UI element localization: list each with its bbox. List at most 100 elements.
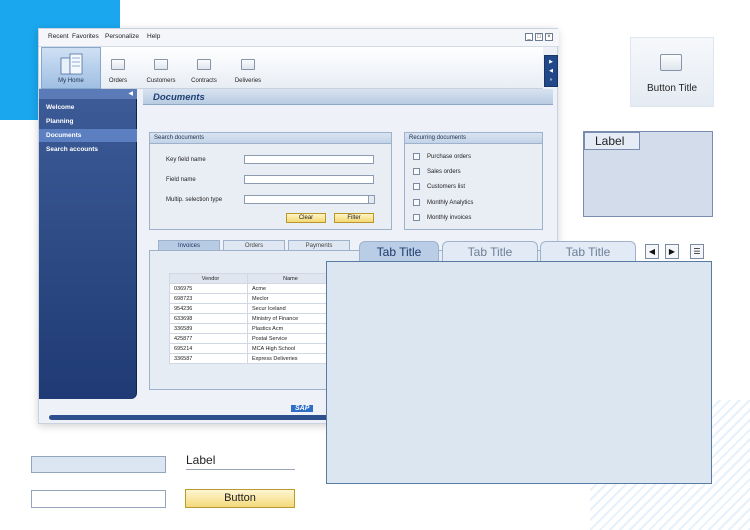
folder-icon — [197, 59, 211, 70]
maximize-icon[interactable]: □ — [535, 33, 543, 41]
filter-button[interactable]: Filter — [334, 213, 374, 223]
search-panel-title: Search documents — [150, 133, 391, 144]
sidebar-item-welcome[interactable]: Welcome — [39, 101, 137, 114]
overlay-content — [326, 261, 712, 484]
key-field-label: Key field name — [166, 157, 206, 163]
document-icon — [413, 214, 420, 221]
multi-selection-input[interactable] — [244, 195, 374, 204]
my-home-button[interactable]: My Home — [41, 47, 101, 89]
recurring-item-label: Monthly invoices — [427, 215, 472, 222]
folder-icon — [154, 59, 168, 70]
table-row[interactable]: 633698 Ministry of Finance — [169, 313, 330, 324]
field-label: Label — [186, 452, 295, 470]
key-field-input[interactable] — [244, 155, 374, 164]
side-panel-handle[interactable]: ▶ ◀ » — [544, 55, 558, 87]
overlay-tab-3[interactable]: Tab Title — [540, 241, 636, 262]
tab-scroll-left-button[interactable]: ◀ — [645, 244, 659, 259]
tab-invoices[interactable]: Invoices — [158, 240, 220, 250]
field-name-label: Field name — [166, 177, 196, 183]
disabled-input-field[interactable] — [31, 456, 166, 473]
input-field[interactable] — [31, 490, 166, 508]
table-row[interactable]: 036975 Acme — [169, 283, 330, 294]
collapse-icon[interactable]: ◀ — [128, 90, 133, 97]
recurring-panel: Recurring documents Purchase orders Sale… — [404, 132, 543, 230]
vendor-cell: 425877 — [169, 333, 248, 344]
sidebar-item-search-accounts[interactable]: Search accounts — [39, 143, 137, 156]
folder-icon — [660, 54, 682, 71]
building-icon — [60, 53, 83, 75]
recurring-item[interactable]: Customers list — [413, 183, 465, 190]
overlay-tab-1[interactable]: Tab Title — [359, 241, 439, 262]
menu-personalize[interactable]: Personalize — [105, 33, 139, 40]
footer-bar — [49, 415, 329, 420]
column-header-name[interactable]: Name — [247, 273, 330, 284]
page-title: Documents — [153, 92, 205, 103]
group-box: Label — [583, 131, 713, 217]
tab-scroll-right-button[interactable]: ▶ — [665, 244, 679, 259]
chevron-left-icon[interactable]: ◀ — [545, 68, 557, 74]
menu-recent[interactable]: Recent — [48, 33, 69, 40]
recurring-item[interactable]: Purchase orders — [413, 153, 471, 160]
tab-window-overlay: Tab Title Tab Title Tab Title — [326, 241, 712, 484]
table-row[interactable]: 425877 Postal Service — [169, 333, 330, 344]
name-cell: Express Deliveries — [247, 353, 330, 364]
document-icon — [413, 183, 420, 190]
overlay-tab-2[interactable]: Tab Title — [442, 241, 538, 262]
recurring-panel-title: Recurring documents — [405, 133, 542, 144]
vendor-cell: 954236 — [169, 303, 248, 314]
my-home-label: My Home — [58, 78, 84, 84]
sidebar-item-planning[interactable]: Planning — [39, 115, 137, 128]
table-row[interactable]: 954236 Secur Iceland — [169, 303, 330, 314]
value-help-icon[interactable] — [368, 195, 375, 204]
sidebar-item-documents[interactable]: Documents — [39, 129, 137, 142]
list-icon: ☰ — [693, 247, 701, 256]
table-row[interactable]: 698723 Meclor — [169, 293, 330, 304]
vendor-cell: 336589 — [169, 323, 248, 334]
recurring-item-label: Sales orders — [427, 169, 461, 176]
sap-logo: SAP — [291, 405, 314, 412]
table-row[interactable]: 336587 Express Deliveries — [169, 353, 330, 364]
toolbar-contracts-label: Contracts — [191, 78, 217, 84]
chevron-right-icon[interactable]: ▶ — [545, 59, 557, 65]
recurring-item[interactable]: Monthly Analytics — [413, 199, 473, 206]
group-box-label: Label — [584, 132, 640, 150]
button-title-label: Button Title — [646, 83, 698, 94]
name-cell: Meclor — [247, 293, 330, 304]
chevron-left-icon: ◀ — [648, 247, 656, 256]
recurring-item-label: Monthly Analytics — [427, 200, 474, 207]
close-icon[interactable]: × — [545, 33, 553, 41]
name-cell: Plastics Acm — [247, 323, 330, 334]
document-icon — [413, 153, 420, 160]
tab-orders[interactable]: Orders — [223, 240, 285, 250]
invoice-table: Vendor Name 036975 Acme 698723 Meclor 95423… — [169, 273, 330, 364]
folder-icon — [111, 59, 125, 70]
vendor-cell: 698723 — [169, 293, 248, 304]
menu-help[interactable]: Help — [147, 33, 160, 40]
clear-button[interactable]: Clear — [286, 213, 326, 223]
chevron-right-icon: ▶ — [668, 247, 676, 256]
menu-bar: Recent Favorites Personalize Help _ □ × — [39, 29, 559, 47]
multi-selection-label: Multip. selection type — [166, 197, 223, 203]
table-row[interactable]: 695214 MCA High School — [169, 343, 330, 354]
table-row[interactable]: 336589 Plastics Acm — [169, 323, 330, 334]
field-name-input[interactable] — [244, 175, 374, 184]
recurring-item[interactable]: Sales orders — [413, 168, 461, 175]
column-header-vendor[interactable]: Vendor — [169, 273, 248, 284]
double-chevron-icon[interactable]: » — [545, 77, 557, 83]
tab-list-button[interactable]: ☰ — [690, 244, 704, 259]
name-cell: Acme — [247, 283, 330, 294]
search-panel: Search documents Key field name Field na… — [149, 132, 392, 230]
sidebar: ◀ Welcome Planning Documents Search acco… — [39, 89, 137, 399]
toolbar-deliveries-label: Deliveries — [234, 78, 262, 84]
name-cell: Postal Service — [247, 333, 330, 344]
primary-button[interactable]: Button — [185, 489, 295, 508]
toolbar-deliveries[interactable]: Deliveries — [223, 49, 273, 87]
menu-favorites[interactable]: Favorites — [72, 33, 99, 40]
button-title-card[interactable]: Button Title — [630, 37, 714, 107]
recurring-item[interactable]: Monthly invoices — [413, 214, 471, 221]
toolbar-contracts[interactable]: Contracts — [179, 49, 229, 87]
recurring-item-label: Customers list — [427, 184, 466, 191]
minimize-icon[interactable]: _ — [525, 33, 533, 41]
vendor-cell: 336587 — [169, 353, 248, 364]
vendor-cell: 695214 — [169, 343, 248, 354]
